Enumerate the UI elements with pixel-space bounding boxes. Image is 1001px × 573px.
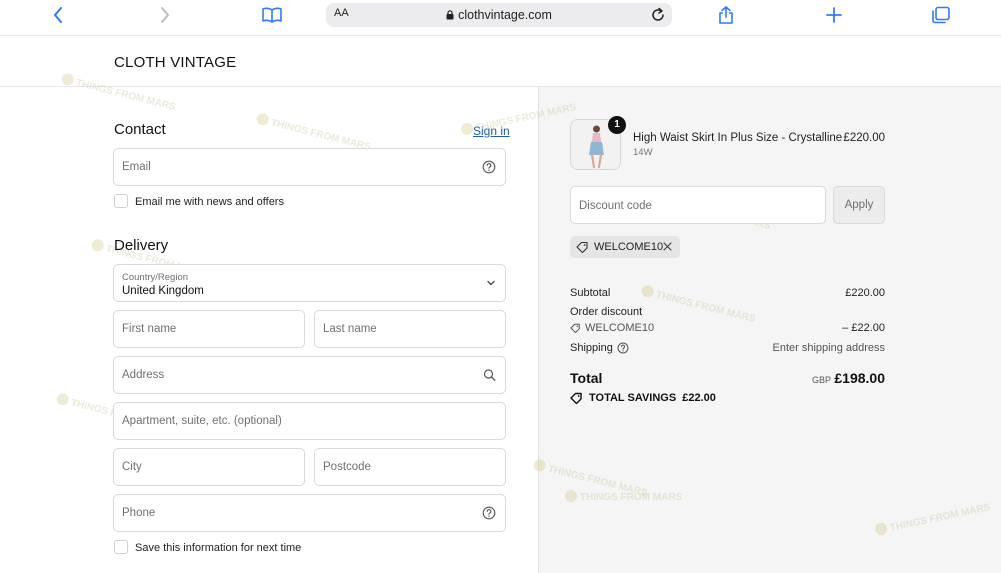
applied-discount-tag: WELCOME10 xyxy=(570,236,680,258)
save-info-checkbox[interactable] xyxy=(114,540,128,554)
discount-placeholder: Discount code xyxy=(579,200,652,212)
lock-icon xyxy=(446,10,454,20)
product-price: £220.00 xyxy=(843,132,885,144)
tag-icon xyxy=(570,392,582,404)
reload-icon[interactable] xyxy=(650,7,666,23)
new-tab-button[interactable] xyxy=(824,4,844,26)
address-field[interactable]: Address xyxy=(113,356,506,394)
savings-value: £22.00 xyxy=(682,392,716,404)
newsletter-checkbox[interactable] xyxy=(114,194,128,208)
contact-heading: Contact xyxy=(114,121,166,138)
savings-label: TOTAL SAVINGS xyxy=(589,392,677,404)
tabs-overview-icon xyxy=(932,6,950,24)
last-name-placeholder: Last name xyxy=(323,323,377,335)
postcode-placeholder: Postcode xyxy=(323,461,371,473)
total-label: Total xyxy=(570,370,603,386)
plus-icon xyxy=(826,7,842,23)
applied-discount-code: WELCOME10 xyxy=(594,241,664,253)
share-button[interactable] xyxy=(716,4,736,26)
order-discount-value: – £22.00 xyxy=(842,322,885,334)
postcode-field[interactable]: Postcode xyxy=(314,448,506,486)
phone-field[interactable]: Phone xyxy=(113,494,506,532)
close-icon[interactable] xyxy=(662,241,673,252)
apartment-field[interactable]: Apartment, suite, etc. (optional) xyxy=(113,402,506,440)
url-text: clothvintage.com xyxy=(458,8,552,22)
last-name-field[interactable]: Last name xyxy=(314,310,506,348)
first-name-placeholder: First name xyxy=(122,323,177,335)
newsletter-label: Email me with news and offers xyxy=(135,196,284,208)
back-button[interactable] xyxy=(48,4,68,26)
tag-icon xyxy=(576,241,588,253)
shipping-value: Enter shipping address xyxy=(772,342,885,354)
country-select[interactable]: Country/Region United Kingdom xyxy=(113,264,506,302)
product-variant: 14W xyxy=(633,147,653,158)
city-placeholder: City xyxy=(122,461,142,473)
store-header: CLOTH VINTAGE xyxy=(0,37,1001,87)
country-value: United Kingdom xyxy=(122,285,204,297)
total-savings: TOTAL SAVINGS £22.00 xyxy=(570,392,716,404)
store-logo[interactable]: CLOTH VINTAGE xyxy=(114,54,236,71)
email-field[interactable]: Email xyxy=(113,148,506,186)
share-icon xyxy=(719,6,733,24)
help-circle-icon[interactable] xyxy=(482,160,496,174)
browser-toolbar: AA clothvintage.com xyxy=(0,0,1001,36)
apply-discount-button[interactable]: Apply xyxy=(833,186,885,224)
bookmarks-button[interactable] xyxy=(260,4,284,26)
total-currency: GBP xyxy=(811,375,831,385)
order-discount-label: Order discount xyxy=(570,306,643,318)
delivery-heading: Delivery xyxy=(114,237,169,254)
save-info-label: Save this information for next time xyxy=(135,542,302,554)
total-value: £198.00 xyxy=(834,370,885,386)
url-display[interactable]: clothvintage.com xyxy=(326,8,672,22)
shipping-row: Shipping xyxy=(570,342,629,354)
city-field[interactable]: City xyxy=(113,448,305,486)
chevron-right-icon xyxy=(161,7,169,23)
watermark: THINGS FROM MARS xyxy=(255,112,372,153)
book-icon xyxy=(262,7,282,23)
email-placeholder: Email xyxy=(122,161,151,173)
apartment-placeholder: Apartment, suite, etc. (optional) xyxy=(122,415,282,427)
tag-icon xyxy=(570,323,580,333)
help-circle-icon[interactable] xyxy=(617,342,629,354)
first-name-field[interactable]: First name xyxy=(113,310,305,348)
tabs-button[interactable] xyxy=(930,4,952,26)
chevron-down-icon xyxy=(487,280,495,286)
address-bar[interactable]: AA clothvintage.com xyxy=(326,3,672,27)
forward-button[interactable] xyxy=(155,4,175,26)
sign-in-link[interactable]: Sign in xyxy=(473,124,510,138)
discount-code-field[interactable]: Discount code xyxy=(570,186,826,224)
phone-placeholder: Phone xyxy=(122,507,156,519)
country-label: Country/Region xyxy=(122,272,189,283)
help-circle-icon[interactable] xyxy=(482,506,496,520)
shipping-label: Shipping xyxy=(570,342,613,354)
chevron-left-icon xyxy=(54,7,62,23)
product-name: High Waist Skirt In Plus Size - Crystall… xyxy=(633,132,843,144)
subtotal-label: Subtotal xyxy=(570,287,611,299)
search-icon xyxy=(483,369,496,381)
subtotal-value: £220.00 xyxy=(845,287,885,299)
order-discount-code: WELCOME10 xyxy=(585,322,655,334)
order-discount-code-row: WELCOME10 xyxy=(570,322,654,334)
address-placeholder: Address xyxy=(122,369,165,381)
quantity-badge: 1 xyxy=(608,116,626,134)
